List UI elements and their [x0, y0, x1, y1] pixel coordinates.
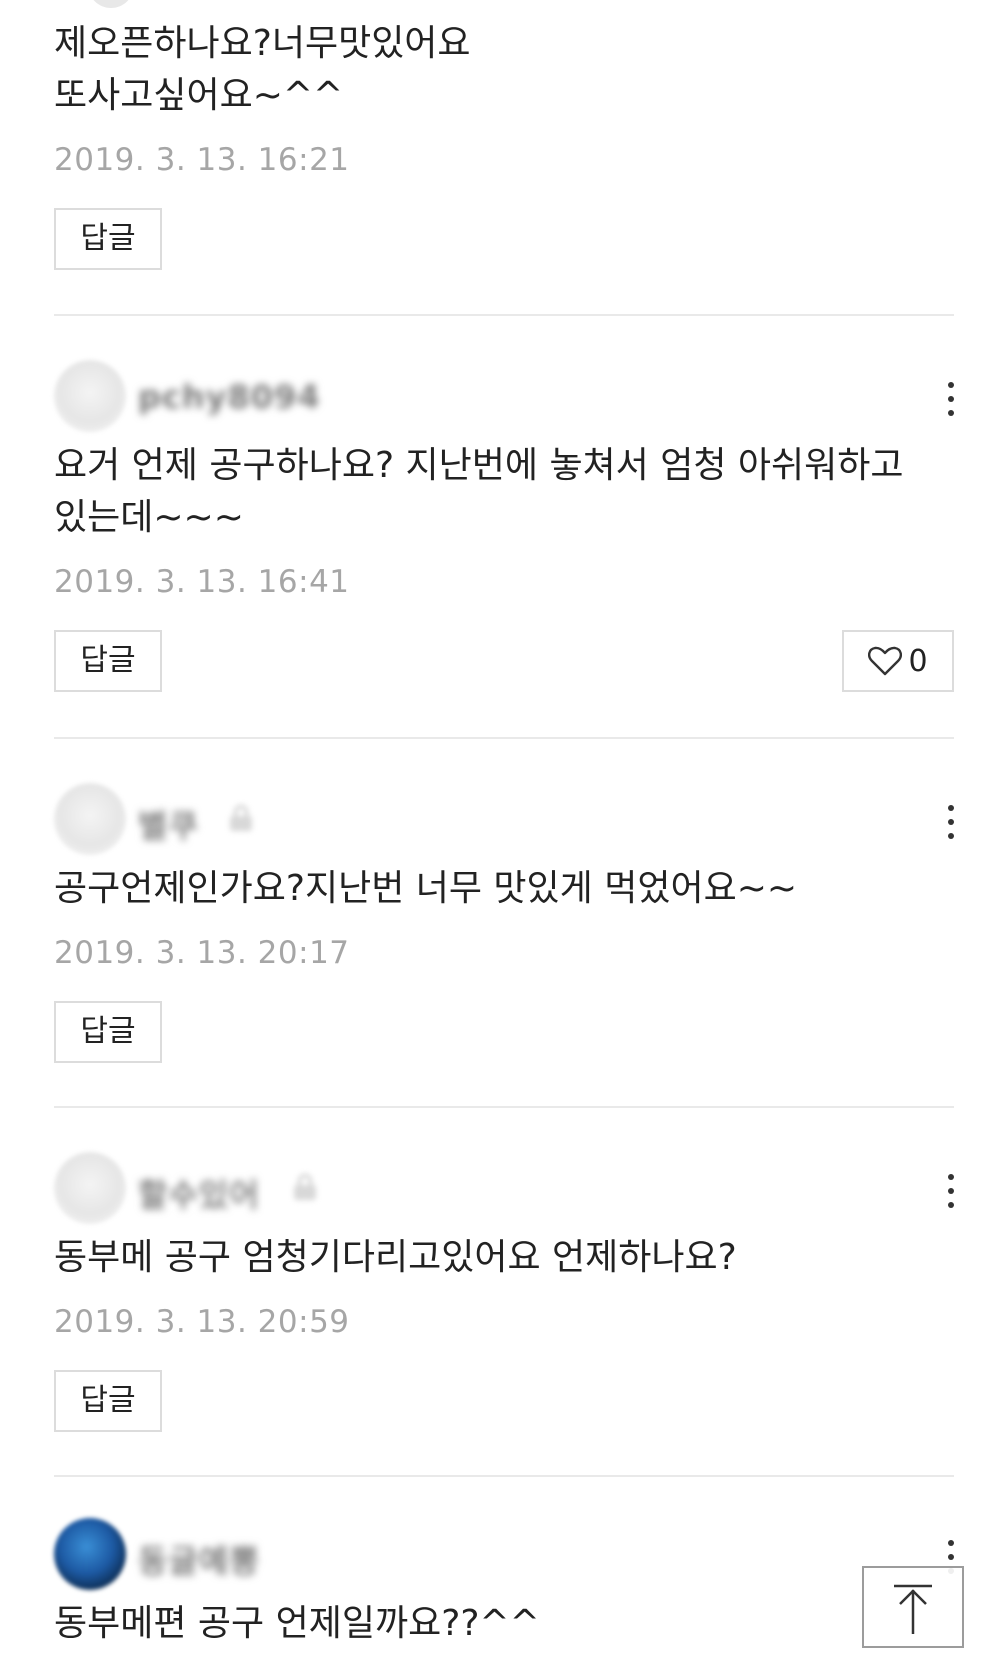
- comment-text: 동부메 공구 엄청기다리고있어요 언제하나요?: [54, 1237, 737, 1278]
- comment-text: 동부메편 공구 언제일까요??^^: [54, 1603, 540, 1644]
- scroll-to-top-button[interactable]: [862, 1566, 964, 1648]
- like-count: 0: [908, 643, 928, 679]
- reply-button[interactable]: 답글: [54, 208, 162, 270]
- nickname[interactable]: pchy8094: [138, 378, 321, 416]
- heart-icon: [868, 646, 903, 676]
- nickname[interactable]: 동글예뽕: [138, 1536, 260, 1582]
- divider: [54, 1106, 954, 1108]
- comment-header: 동글예뽕: [54, 1518, 954, 1590]
- comment-text: 요거 언제 공구하나요? 지난번에 놓쳐서 엄청 아쉬워하고 있는데~~~: [54, 445, 904, 538]
- reply-button[interactable]: 답글: [54, 1001, 162, 1063]
- comment-text: 공구언제인가요?지난번 너무 맛있게 먹었어요~~: [54, 868, 798, 909]
- reply-button[interactable]: 답글: [54, 1370, 162, 1432]
- comment-timestamp: 2019. 3. 13. 16:21: [54, 142, 350, 178]
- divider: [54, 737, 954, 739]
- avatar[interactable]: [54, 783, 126, 855]
- more-options-icon[interactable]: [946, 805, 956, 839]
- nickname[interactable]: 할수있어: [138, 1170, 260, 1216]
- comment-header: 할수있어: [54, 1152, 954, 1224]
- more-options-icon[interactable]: [946, 1174, 956, 1208]
- reply-button[interactable]: 답글: [54, 630, 162, 692]
- comment-list: 제오픈하나요?너무맛있어요 또사고싶어요~^^ 2019. 3. 13. 16:…: [0, 0, 1000, 1653]
- more-options-icon[interactable]: [946, 382, 956, 416]
- lock-icon: [294, 1174, 316, 1200]
- comment-timestamp: 2019. 3. 13. 20:17: [54, 935, 350, 971]
- avatar: [88, 0, 134, 8]
- comment-header: pchy8094: [54, 360, 954, 432]
- comment-text: 제오픈하나요?너무맛있어요 또사고싶어요~^^: [54, 23, 471, 116]
- divider: [54, 314, 954, 316]
- like-button[interactable]: 0: [842, 630, 954, 692]
- comment-timestamp: 2019. 3. 13. 16:41: [54, 564, 350, 600]
- nickname[interactable]: 별쿠: [138, 801, 199, 847]
- divider: [54, 1475, 954, 1477]
- avatar[interactable]: [54, 360, 126, 432]
- comment-header: 별쿠: [54, 783, 954, 855]
- avatar[interactable]: [54, 1518, 126, 1590]
- lock-icon: [230, 805, 252, 831]
- comment-timestamp: 2019. 3. 13. 20:59: [54, 1304, 350, 1340]
- avatar[interactable]: [54, 1152, 126, 1224]
- arrow-up-icon: [894, 1584, 932, 1634]
